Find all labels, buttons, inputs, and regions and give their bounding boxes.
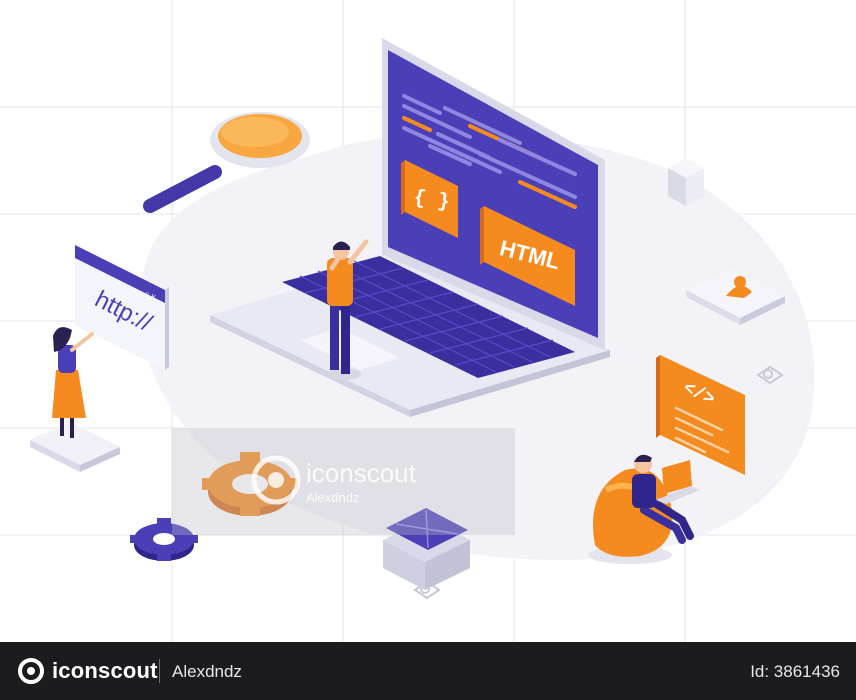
- footer-author[interactable]: Alexdndz: [172, 662, 242, 682]
- footer-asset-id: Id: 3861436: [750, 662, 840, 681]
- footer-bar: iconscout Alexdndz Id: 3861436: [0, 642, 856, 700]
- footer-divider: [159, 659, 160, 683]
- watermark-overlay: iconscout Alexdndz: [172, 428, 515, 535]
- iconscout-logo-icon: [18, 658, 44, 684]
- footer-brand[interactable]: iconscout: [52, 658, 158, 684]
- illustration-canvas: { } HTML _ ▫ x http:// </> iconscout Ale…: [0, 0, 856, 642]
- watermark-author: Alexdndz: [306, 490, 359, 505]
- cube-icon: [668, 158, 704, 206]
- watermark-brand: iconscout: [306, 458, 417, 488]
- woman-pointing: [30, 327, 120, 472]
